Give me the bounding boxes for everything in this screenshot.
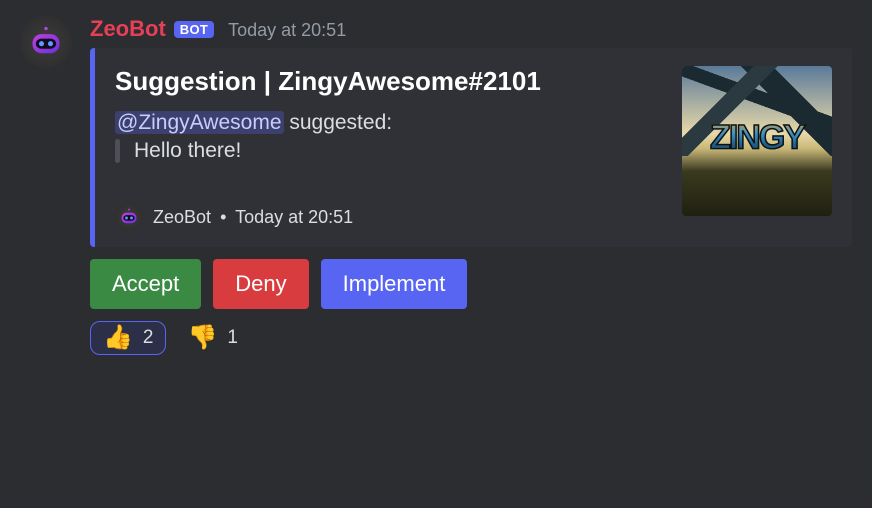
user-mention[interactable]: @ZingyAwesome xyxy=(115,111,284,134)
implement-button[interactable]: Implement xyxy=(321,259,468,309)
footer-separator: • xyxy=(220,207,226,227)
quote-text: Hello there! xyxy=(134,139,241,163)
reaction-thumbs-up[interactable]: 👍 2 xyxy=(90,321,166,355)
embed-thumbnail[interactable]: ZINGY xyxy=(682,66,832,216)
robot-icon xyxy=(28,24,64,60)
bot-tag: BOT xyxy=(174,21,214,38)
thumbs-up-icon: 👍 xyxy=(103,326,133,350)
bot-avatar[interactable] xyxy=(20,16,72,68)
author-name[interactable]: ZeoBot xyxy=(90,16,166,42)
button-row: Accept Deny Implement xyxy=(90,259,852,309)
suggested-label: suggested: xyxy=(284,111,393,134)
embed-main: Suggestion | ZingyAwesome#2101 @ZingyAwe… xyxy=(115,66,666,231)
reactions-row: 👍 2 👎 1 xyxy=(90,321,852,355)
reaction-count: 2 xyxy=(143,327,154,349)
embed-description: @ZingyAwesome suggested: xyxy=(115,111,666,135)
message-content: ZeoBot BOT Today at 20:51 Suggestion | Z… xyxy=(90,16,852,355)
avatar-column xyxy=(20,16,90,355)
embed-footer: ZeoBot • Today at 20:51 xyxy=(115,203,666,231)
message: ZeoBot BOT Today at 20:51 Suggestion | Z… xyxy=(0,0,872,355)
footer-timestamp: Today at 20:51 xyxy=(235,207,353,227)
robot-icon xyxy=(119,207,139,227)
footer-name: ZeoBot xyxy=(153,207,211,227)
thumbnail-text: ZINGY xyxy=(710,119,804,158)
quote-bar xyxy=(115,139,120,163)
embed: Suggestion | ZingyAwesome#2101 @ZingyAwe… xyxy=(90,48,852,247)
quote-block: Hello there! xyxy=(115,139,666,163)
message-timestamp: Today at 20:51 xyxy=(228,20,346,41)
reaction-thumbs-down[interactable]: 👎 1 xyxy=(174,321,250,355)
footer-text: ZeoBot • Today at 20:51 xyxy=(153,207,353,228)
accept-button[interactable]: Accept xyxy=(90,259,201,309)
deny-button[interactable]: Deny xyxy=(213,259,308,309)
embed-title: Suggestion | ZingyAwesome#2101 xyxy=(115,66,666,97)
reaction-count: 1 xyxy=(227,327,238,349)
footer-avatar xyxy=(115,203,143,231)
thumbs-down-icon: 👎 xyxy=(187,326,217,350)
message-header: ZeoBot BOT Today at 20:51 xyxy=(90,16,852,42)
